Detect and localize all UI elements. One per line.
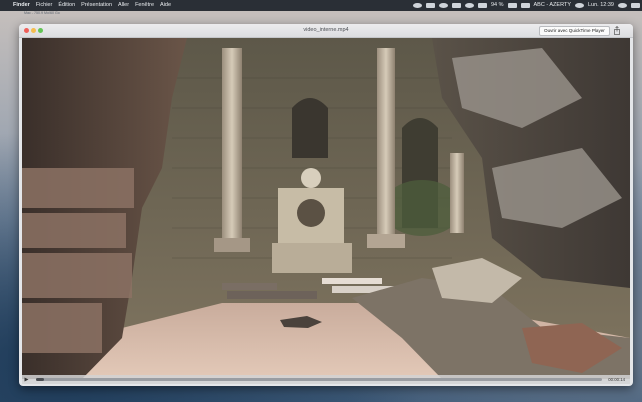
player-controls: 00:00:14 [22, 375, 630, 384]
input-source[interactable]: ABC - AZERTY [532, 0, 574, 11]
bluetooth-icon[interactable] [451, 3, 461, 8]
menu-finder[interactable]: Finder [10, 0, 33, 11]
title-bar[interactable]: video_interne.mp4 Ouvrir avec QuickTime … [19, 24, 633, 38]
scrubber-progress [36, 378, 45, 381]
keyboard-flag-icon[interactable] [520, 3, 530, 8]
quick-look-window: video_interne.mp4 Ouvrir avec QuickTime … [19, 24, 633, 386]
menu-fichier[interactable]: Fichier [33, 0, 56, 11]
dropbox-icon[interactable] [425, 3, 435, 8]
time-machine-icon[interactable] [412, 3, 422, 8]
creative-cloud-icon[interactable] [438, 3, 448, 8]
menu-fenetre[interactable]: Fenêtre [132, 0, 157, 11]
menu-clock[interactable]: Lun. 12:39 [586, 0, 616, 11]
user-icon[interactable] [575, 3, 584, 8]
status-area: 94 % ABC - AZERTY Lun. 12:39 [411, 0, 642, 11]
wifi-icon[interactable] [464, 3, 474, 8]
volume-icon[interactable] [477, 3, 487, 8]
menu-presentation[interactable]: Présentation [78, 0, 115, 11]
battery-icon[interactable] [507, 3, 517, 8]
share-icon[interactable] [613, 26, 621, 35]
notification-center-icon[interactable] [631, 3, 640, 8]
menu-bar: Finder Fichier Édition Présentation Alle… [0, 0, 642, 11]
spotlight-search-icon[interactable] [618, 3, 627, 8]
video-frame[interactable] [22, 38, 630, 379]
open-with-quicktime-button[interactable]: Ouvrir avec QuickTime Player [539, 26, 610, 36]
menu-aller[interactable]: Aller [115, 0, 132, 11]
time-remaining: 00:00:14 [608, 377, 625, 382]
play-icon[interactable] [22, 375, 30, 384]
desktop-disk-label: Mac - 750.9 Mo/60 Go [24, 11, 60, 15]
menu-aide[interactable]: Aide [157, 0, 174, 11]
menu-edition[interactable]: Édition [55, 0, 78, 11]
scrubber-bar[interactable] [36, 378, 603, 381]
battery-percent[interactable]: 94 % [489, 0, 506, 11]
